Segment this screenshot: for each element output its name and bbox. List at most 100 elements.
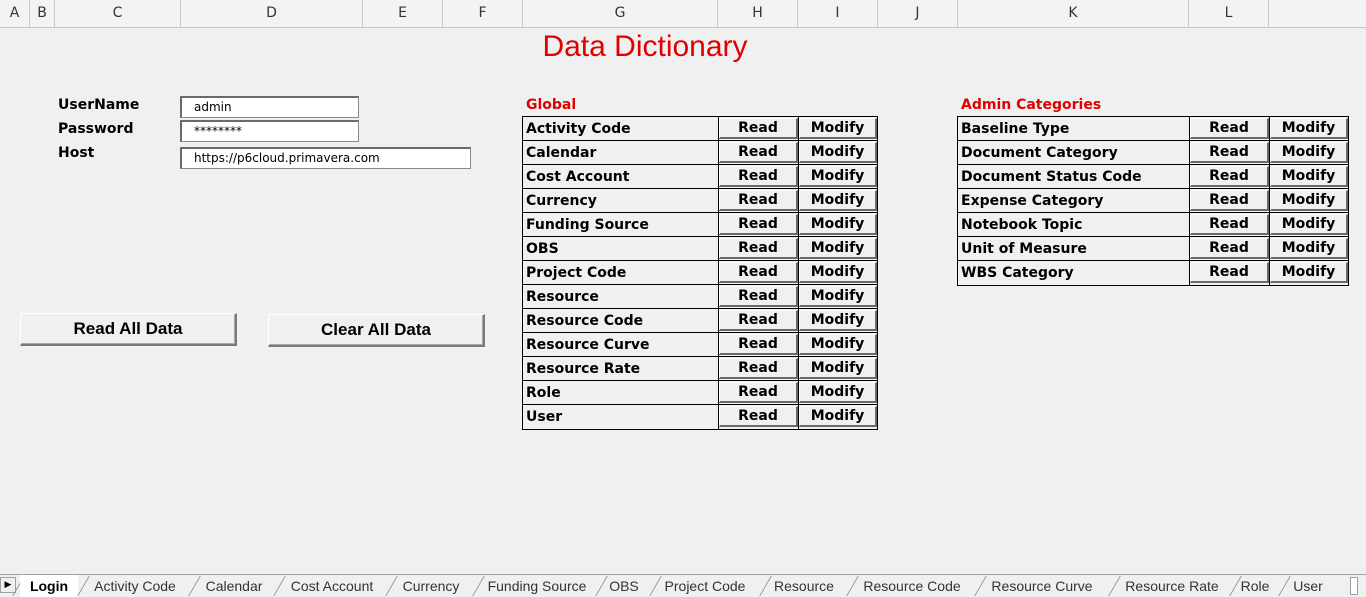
horizontal-scrollbar[interactable] <box>1350 577 1358 595</box>
global-item-label: OBS <box>526 241 559 257</box>
column-header-e[interactable]: E <box>363 0 443 27</box>
column-header-j[interactable]: J <box>878 0 958 27</box>
global-item-label: User <box>526 409 563 425</box>
modify-button[interactable]: Modify <box>1270 142 1348 163</box>
host-field[interactable]: https://p6cloud.primavera.com <box>180 147 471 169</box>
column-header-b[interactable]: B <box>30 0 55 27</box>
sheet-tab-resource[interactable]: Resource <box>767 575 841 597</box>
table-row: Unit of Measure Read Modify <box>958 237 1348 261</box>
read-button[interactable]: Read <box>719 118 798 139</box>
table-row: Resource Curve Read Modify <box>523 333 877 357</box>
modify-button[interactable]: Modify <box>799 238 877 259</box>
modify-button[interactable]: Modify <box>799 190 877 211</box>
read-button[interactable]: Read <box>719 286 798 307</box>
global-item-label: Cost Account <box>526 169 630 185</box>
clear-all-data-button[interactable]: Clear All Data <box>268 314 485 347</box>
global-item-label: Activity Code <box>526 121 631 137</box>
modify-button[interactable]: Modify <box>799 406 877 427</box>
read-button[interactable]: Read <box>719 190 798 211</box>
read-button[interactable]: Read <box>1190 142 1269 163</box>
global-item-label: Funding Source <box>526 217 649 233</box>
modify-button[interactable]: Modify <box>799 118 877 139</box>
modify-button[interactable]: Modify <box>799 358 877 379</box>
modify-button[interactable]: Modify <box>1270 262 1348 283</box>
host-label: Host <box>58 145 95 161</box>
username-field[interactable]: admin <box>180 96 359 118</box>
table-row: WBS Category Read Modify <box>958 261 1348 285</box>
modify-button[interactable]: Modify <box>799 166 877 187</box>
table-row: Role Read Modify <box>523 381 877 405</box>
read-button[interactable]: Read <box>719 334 798 355</box>
password-field[interactable]: ******** <box>180 120 359 142</box>
username-label: UserName <box>58 97 140 113</box>
read-button[interactable]: Read <box>719 382 798 403</box>
table-row: Cost Account Read Modify <box>523 165 877 189</box>
table-row: Expense Category Read Modify <box>958 189 1348 213</box>
modify-button[interactable]: Modify <box>799 262 877 283</box>
read-button[interactable]: Read <box>719 406 798 427</box>
read-button[interactable]: Read <box>1190 262 1269 283</box>
read-button[interactable]: Read <box>1190 166 1269 187</box>
sheet-tab-obs[interactable]: OBS <box>603 575 645 597</box>
admin-item-label: Baseline Type <box>961 121 1070 137</box>
column-header-f[interactable]: F <box>443 0 523 27</box>
modify-button[interactable]: Modify <box>799 286 877 307</box>
sheet-tab-funding-source[interactable]: Funding Source <box>480 575 594 597</box>
read-button[interactable]: Read <box>719 166 798 187</box>
read-button[interactable]: Read <box>719 262 798 283</box>
table-row: Currency Read Modify <box>523 189 877 213</box>
read-button[interactable]: Read <box>719 142 798 163</box>
admin-item-label: Unit of Measure <box>961 241 1087 257</box>
tab-scroll-right-icon[interactable]: ▶ <box>0 577 16 593</box>
modify-button[interactable]: Modify <box>1270 238 1348 259</box>
sheet-tab-bar: ▶ Login Activity Code Calendar Cost Account… <box>0 574 1366 597</box>
sheet-tab-login[interactable]: Login <box>20 575 78 597</box>
read-button[interactable]: Read <box>1190 118 1269 139</box>
sheet-tab-resource-code[interactable]: Resource Code <box>854 575 970 597</box>
sheet-tab-calendar[interactable]: Calendar <box>196 575 272 597</box>
modify-button[interactable]: Modify <box>1270 166 1348 187</box>
read-button[interactable]: Read <box>719 358 798 379</box>
column-header-l[interactable]: L <box>1189 0 1269 27</box>
global-item-label: Resource <box>526 289 599 305</box>
read-button[interactable]: Read <box>1190 214 1269 235</box>
sheet-tab-resource-curve[interactable]: Resource Curve <box>982 575 1102 597</box>
modify-button[interactable]: Modify <box>799 334 877 355</box>
table-row: Resource Code Read Modify <box>523 309 877 333</box>
column-header-h[interactable]: H <box>718 0 798 27</box>
sheet-tab-cost-account[interactable]: Cost Account <box>281 575 383 597</box>
column-header-c[interactable]: C <box>55 0 181 27</box>
global-item-label: Resource Curve <box>526 337 650 353</box>
column-header-bar: ABCDEFGHIJKL <box>0 0 1366 28</box>
modify-button[interactable]: Modify <box>1270 190 1348 211</box>
column-header-i[interactable]: I <box>798 0 878 27</box>
sheet-tab-currency[interactable]: Currency <box>393 575 469 597</box>
modify-button[interactable]: Modify <box>799 382 877 403</box>
column-header-d[interactable]: D <box>181 0 363 27</box>
sheet-tab-resource-rate[interactable]: Resource Rate <box>1116 575 1228 597</box>
column-header-g[interactable]: G <box>523 0 718 27</box>
admin-item-label: Document Category <box>961 145 1118 161</box>
sheet-tab-role[interactable]: Role <box>1237 575 1273 597</box>
modify-button[interactable]: Modify <box>799 142 877 163</box>
read-button[interactable]: Read <box>719 238 798 259</box>
sheet-tab-project-code[interactable]: Project Code <box>657 575 753 597</box>
column-header-a[interactable]: A <box>0 0 30 27</box>
global-table: Activity Code Read Modify Calendar Read Modif… <box>522 116 878 430</box>
read-button[interactable]: Read <box>1190 238 1269 259</box>
admin-item-label: WBS Category <box>961 265 1074 281</box>
table-row: User Read Modify <box>523 405 877 429</box>
read-button[interactable]: Read <box>719 310 798 331</box>
modify-button[interactable]: Modify <box>1270 118 1348 139</box>
modify-button[interactable]: Modify <box>1270 214 1348 235</box>
read-button[interactable]: Read <box>719 214 798 235</box>
read-all-data-button[interactable]: Read All Data <box>20 313 237 346</box>
admin-item-label: Expense Category <box>961 193 1104 209</box>
modify-button[interactable]: Modify <box>799 310 877 331</box>
sheet-tab-user[interactable]: User <box>1286 575 1330 597</box>
table-row: Notebook Topic Read Modify <box>958 213 1348 237</box>
read-button[interactable]: Read <box>1190 190 1269 211</box>
sheet-tab-activity-code[interactable]: Activity Code <box>85 575 185 597</box>
modify-button[interactable]: Modify <box>799 214 877 235</box>
column-header-k[interactable]: K <box>958 0 1189 27</box>
